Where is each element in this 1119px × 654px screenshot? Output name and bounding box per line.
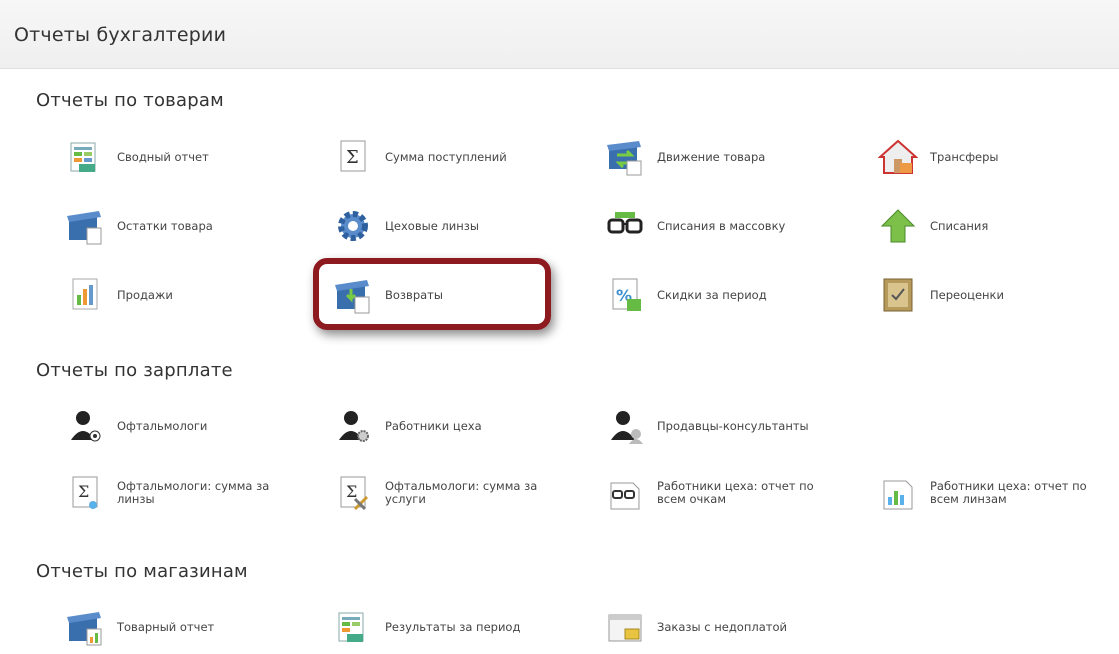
svg-text:Σ: Σ: [78, 482, 89, 501]
report-revaluations[interactable]: Переоценки: [878, 270, 1119, 320]
report-workshop-lenses[interactable]: Цеховые линзы: [333, 201, 583, 251]
report-summary[interactable]: Сводный отчет: [65, 132, 315, 182]
notebook-icon: [878, 275, 918, 315]
report-ophth-lens-sum[interactable]: Σ Офтальмологи: сумма за линзы: [65, 468, 315, 518]
report-workshop-workers[interactable]: Работники цеха: [333, 401, 583, 451]
report-workers-lenses[interactable]: Работники цеха: отчет по всем линзам: [878, 468, 1119, 518]
item-label: Списания в массовку: [657, 218, 786, 233]
report-period-discounts[interactable]: % Скидки за период: [605, 270, 855, 320]
section-title-stores: Отчеты по магазинам: [36, 561, 248, 582]
box-chart-icon: [65, 607, 105, 647]
house-icon: [878, 137, 918, 177]
item-label: Трансферы: [930, 149, 999, 164]
percent-document-icon: %: [605, 275, 645, 315]
report-writeoffs[interactable]: Списания: [878, 201, 1119, 251]
report-workers-glasses[interactable]: Работники цеха: отчет по всем очкам: [605, 468, 855, 518]
person-eye-icon: [65, 406, 105, 446]
window-money-icon: [605, 607, 645, 647]
section-title-salary: Отчеты по зарплате: [36, 360, 233, 381]
item-label: Продавцы-консультанты: [657, 418, 809, 433]
report-sales[interactable]: Продажи: [65, 270, 315, 320]
report-stock[interactable]: Остатки товара: [65, 201, 315, 251]
report-underpaid-orders[interactable]: Заказы с недоплатой: [605, 602, 855, 652]
page-header: Отчеты бухгалтерии: [0, 0, 1119, 69]
item-label: Офтальмологи: сумма за линзы: [117, 479, 270, 506]
report-period-results[interactable]: Результаты за период: [333, 602, 583, 652]
green-arrow-up-icon: [878, 206, 918, 246]
box-document-icon: [65, 206, 105, 246]
item-label: Заказы с недоплатой: [657, 619, 787, 634]
item-label: Списания: [930, 218, 989, 233]
item-label: Офтальмологи: сумма за услуги: [385, 479, 538, 506]
report-writeoff-mass[interactable]: Списания в массовку: [605, 201, 855, 251]
item-label: Работники цеха: отчет по всем очкам: [657, 479, 814, 506]
sigma-lens-icon: Σ: [65, 473, 105, 513]
item-label: Товарный отчет: [117, 619, 215, 634]
section-title-goods: Отчеты по товарам: [36, 90, 224, 111]
item-label: Работники цеха: отчет по всем линзам: [930, 479, 1087, 506]
glasses-icon: [605, 206, 645, 246]
item-label: Скидки за период: [657, 287, 767, 302]
glasses-document-icon: [605, 473, 645, 513]
item-label: Работники цеха: [385, 418, 482, 433]
spreadsheet-chart-icon: [333, 607, 373, 647]
item-label: Сводный отчет: [117, 149, 209, 164]
report-transfers[interactable]: Трансферы: [878, 132, 1119, 182]
spreadsheet-icon: [65, 137, 105, 177]
report-income-sum[interactable]: Σ Сумма поступлений: [333, 132, 583, 182]
box-arrows-icon: [605, 137, 645, 177]
page-title: Отчеты бухгалтерии: [14, 24, 227, 46]
sigma-document-icon: Σ: [333, 137, 373, 177]
report-sales-consultants[interactable]: Продавцы-консультанты: [605, 401, 855, 451]
svg-text:Σ: Σ: [346, 147, 359, 168]
item-label: Остатки товара: [117, 218, 213, 233]
svg-text:Σ: Σ: [346, 482, 357, 501]
item-label: Движение товара: [657, 149, 766, 164]
item-label: Сумма поступлений: [385, 149, 507, 164]
person-gear-icon: [333, 406, 373, 446]
item-label: Офтальмологи: [117, 418, 208, 433]
report-goods-movement[interactable]: Движение товара: [605, 132, 855, 182]
item-label: Результаты за период: [385, 619, 521, 634]
lens-chart-icon: [878, 473, 918, 513]
report-goods[interactable]: Товарный отчет: [65, 602, 315, 652]
item-label: Переоценки: [930, 287, 1004, 302]
gear-icon: [333, 206, 373, 246]
bar-chart-icon: [65, 275, 105, 315]
sigma-tools-icon: Σ: [333, 473, 373, 513]
report-ophthalmologists[interactable]: Офтальмологи: [65, 401, 315, 451]
item-label: Цеховые линзы: [385, 218, 479, 233]
item-label: Продажи: [117, 287, 173, 302]
report-ophth-services-sum[interactable]: Σ Офтальмологи: сумма за услуги: [333, 468, 583, 518]
person-group-icon: [605, 406, 645, 446]
highlight-frame: [313, 258, 551, 330]
